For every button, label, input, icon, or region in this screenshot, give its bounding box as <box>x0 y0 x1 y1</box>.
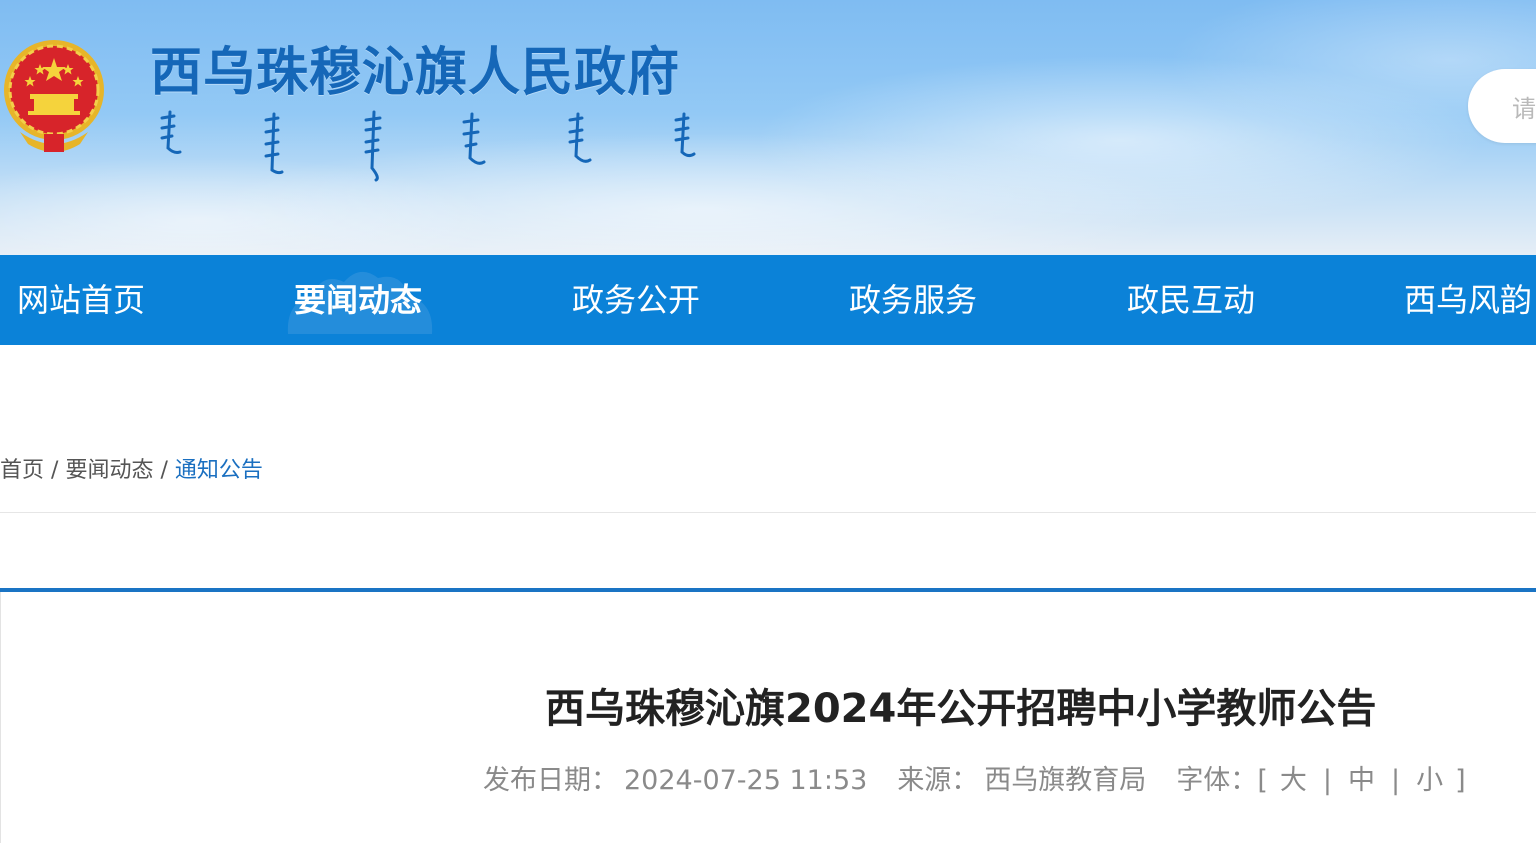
nav-item-interaction[interactable]: 政民互动 <box>1127 255 1255 345</box>
nav-item-home[interactable]: 网站首页 <box>17 255 145 345</box>
content-accent-line <box>0 588 1536 592</box>
content-border-left <box>0 592 1 843</box>
breadcrumb-separator: / <box>51 458 59 483</box>
article-meta: 发布日期： 2024-07-25 11:53 来源： 西乌旗教育局 字体：[ 大 | 中 | 小] <box>483 763 1466 799</box>
national-emblem-icon[interactable] <box>0 36 108 156</box>
font-size-separator: | <box>1322 765 1332 796</box>
font-size-large-button[interactable]: 大 <box>1280 763 1307 799</box>
font-size-medium-button[interactable]: 中 <box>1348 763 1375 799</box>
publish-date-label: 发布日期： <box>483 765 618 796</box>
breadcrumb: 首页 / 要闻动态 / 通知公告 <box>0 452 263 484</box>
font-size-control: [ 大 | 中 | 小] <box>1257 763 1465 799</box>
header-banner: 西乌珠穆沁旗人民政府 请 <box>0 0 1536 255</box>
breadcrumb-news[interactable]: 要闻动态 <box>65 458 153 483</box>
nav-item-gov-services[interactable]: 政务服务 <box>849 255 977 345</box>
breadcrumb-divider <box>0 512 1536 513</box>
site-title[interactable]: 西乌珠穆沁旗人民政府 <box>150 30 680 105</box>
nav-item-gov-affairs[interactable]: 政务公开 <box>572 255 700 345</box>
breadcrumb-separator: / <box>160 458 168 483</box>
article-title: 西乌珠穆沁旗2024年公开招聘中小学教师公告 <box>545 686 1377 732</box>
font-bracket-close: ] <box>1455 765 1466 796</box>
font-size-separator: | <box>1390 765 1401 796</box>
main-nav <box>0 255 1536 345</box>
font-size-small-button[interactable]: 小 <box>1416 763 1443 799</box>
publish-date-value: 2024-07-25 11:53 <box>624 765 868 796</box>
breadcrumb-notices[interactable]: 通知公告 <box>175 458 263 483</box>
font-size-label: 字体： <box>1176 765 1258 796</box>
nav-item-news[interactable]: 要闻动态 <box>294 255 422 345</box>
search-input[interactable]: 请 <box>1468 69 1536 143</box>
breadcrumb-home[interactable]: 首页 <box>0 458 44 483</box>
mongolian-script-logo <box>160 110 696 182</box>
source-label: 来源： <box>897 765 979 796</box>
source-value: 西乌旗教育局 <box>984 765 1147 796</box>
nav-item-xiwu-culture[interactable]: 西乌风韵 <box>1404 255 1532 345</box>
search-placeholder: 请 <box>1512 95 1536 123</box>
font-bracket-open: [ <box>1257 765 1268 796</box>
